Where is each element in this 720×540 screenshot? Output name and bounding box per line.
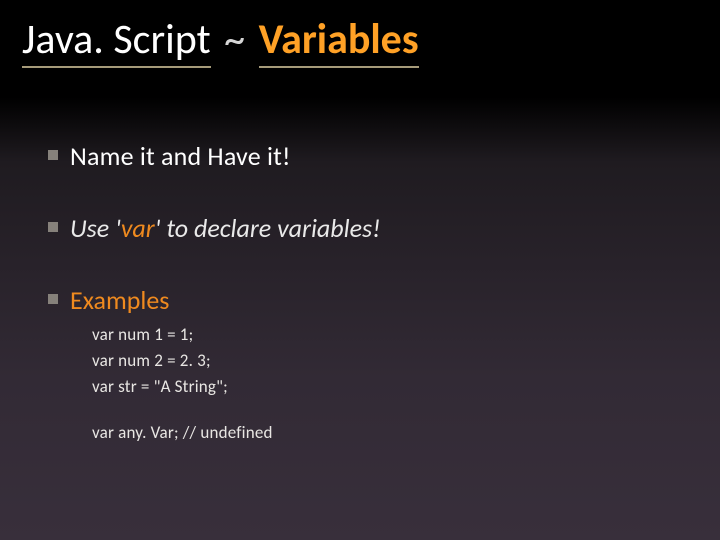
bullet-item: Use 'var' to declare variables! <box>70 212 680 244</box>
code-line: var num 2 = 2. 3; <box>92 348 680 374</box>
bullet-item: Examples var num 1 = 1; var num 2 = 2. 3… <box>70 284 680 446</box>
text-suffix: ' to declare variables! <box>155 212 381 244</box>
code-line: var num 1 = 1; <box>92 322 680 348</box>
code-gap <box>92 400 680 420</box>
bullet-icon <box>48 222 58 232</box>
code-block: var num 1 = 1; var num 2 = 2. 3; var str… <box>92 322 680 446</box>
title-separator: ~ <box>220 14 249 65</box>
bullet-text: Name it and Have it! <box>70 140 680 172</box>
bullet-icon <box>48 150 58 160</box>
title-part-topic: Variables <box>259 14 419 68</box>
code-line: var str = "A String"; <box>92 374 680 400</box>
slide-body: Name it and Have it! Use 'var' to declar… <box>70 140 680 486</box>
title-part-js: Java. Script <box>22 14 211 68</box>
bullet-icon <box>48 294 58 304</box>
code-line: var any. Var; // undefined <box>92 420 680 446</box>
bullet-item: Name it and Have it! <box>70 140 680 172</box>
slide: Java. Script ~ Variables Name it and Hav… <box>0 0 720 540</box>
bullet-text: Use 'var' to declare variables! <box>70 212 680 244</box>
slide-title: Java. Script ~ Variables <box>22 14 419 65</box>
text-prefix: Use ' <box>70 212 121 244</box>
bullet-heading: Examples <box>70 284 680 316</box>
keyword-var: var <box>121 212 155 244</box>
